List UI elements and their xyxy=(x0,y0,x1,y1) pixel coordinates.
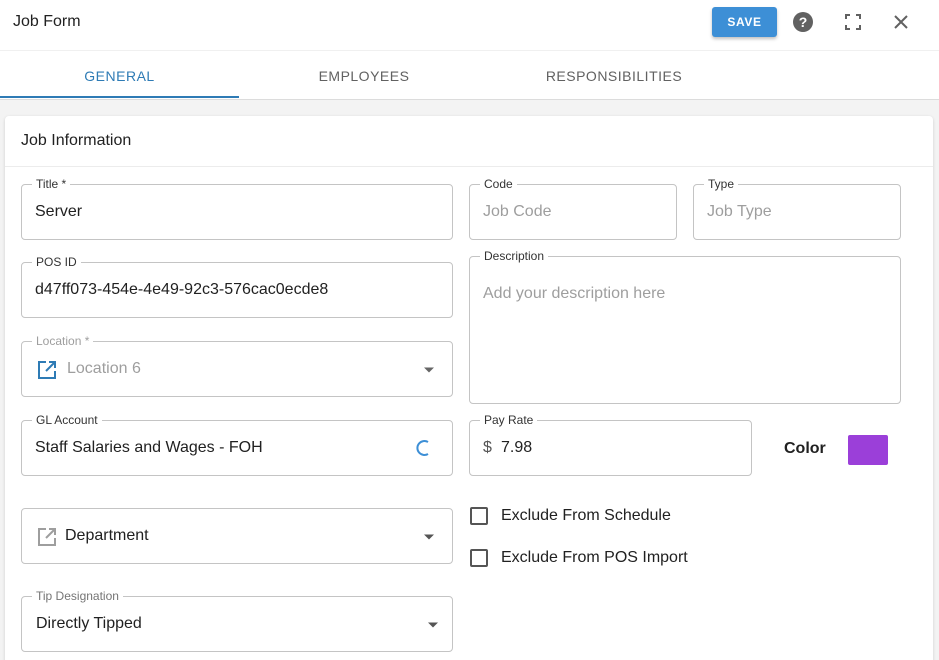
description-field[interactable]: Description Add your description here xyxy=(469,249,901,404)
tab-general[interactable]: GENERAL xyxy=(0,51,239,100)
tip-designation-label: Tip Designation xyxy=(32,589,123,603)
location-label: Location * xyxy=(32,334,94,348)
description-placeholder: Add your description here xyxy=(483,285,666,302)
save-button[interactable]: SAVE xyxy=(712,7,777,37)
title-value: Server xyxy=(35,203,83,220)
location-value: Location 6 xyxy=(67,360,141,377)
pay-rate-value: 7.98 xyxy=(501,439,533,456)
card-title: Job Information xyxy=(21,132,132,149)
loading-spinner-icon xyxy=(416,439,434,462)
pos-id-value: d47ff073-454e-4e49-92c3-576cac0ecde8 xyxy=(35,281,329,298)
title-field[interactable]: Title * Server xyxy=(21,177,453,240)
active-tab-indicator xyxy=(0,96,239,98)
location-select[interactable]: Location * Location 6 xyxy=(21,334,453,397)
fullscreen-icon[interactable] xyxy=(842,11,864,33)
currency-symbol: $ xyxy=(483,439,492,456)
svg-text:?: ? xyxy=(799,14,808,30)
color-label: Color xyxy=(784,440,826,457)
code-field[interactable]: Code Job Code xyxy=(469,177,677,240)
tip-designation-value: Directly Tipped xyxy=(36,615,142,632)
tab-employees[interactable]: EMPLOYEES xyxy=(239,51,489,100)
pay-rate-field[interactable]: Pay Rate $ 7.98 xyxy=(469,413,752,476)
chevron-down-icon xyxy=(428,622,438,628)
tab-responsibilities[interactable]: RESPONSIBILITIES xyxy=(489,51,739,100)
department-select[interactable]: Department xyxy=(21,508,453,564)
gl-account-value: Staff Salaries and Wages - FOH xyxy=(35,439,263,456)
exclude-from-schedule-option[interactable]: Exclude From Schedule xyxy=(470,507,671,525)
exclude-from-schedule-label: Exclude From Schedule xyxy=(501,507,671,524)
dialog-header: Job Form SAVE ? xyxy=(0,0,939,50)
help-icon[interactable]: ? xyxy=(792,11,814,33)
department-value: Department xyxy=(65,527,149,544)
code-label: Code xyxy=(480,177,517,191)
dialog-title: Job Form xyxy=(13,13,81,30)
color-swatch[interactable] xyxy=(848,435,888,465)
card-divider xyxy=(5,166,933,167)
open-in-new-icon[interactable] xyxy=(37,527,57,552)
code-placeholder: Job Code xyxy=(483,203,552,220)
exclude-from-schedule-checkbox[interactable] xyxy=(470,507,488,525)
chevron-down-icon xyxy=(424,534,434,540)
open-in-new-icon[interactable] xyxy=(37,360,57,385)
exclude-from-pos-import-checkbox[interactable] xyxy=(470,549,488,567)
gl-account-field[interactable]: GL Account Staff Salaries and Wages - FO… xyxy=(21,413,453,476)
type-field[interactable]: Type Job Type xyxy=(693,177,901,240)
exclude-from-pos-import-label: Exclude From POS Import xyxy=(501,549,688,566)
type-placeholder: Job Type xyxy=(707,203,772,220)
chevron-down-icon xyxy=(424,367,434,373)
close-icon[interactable] xyxy=(890,11,912,33)
exclude-from-pos-import-option[interactable]: Exclude From POS Import xyxy=(470,549,688,567)
tab-bar: GENERAL EMPLOYEES RESPONSIBILITIES xyxy=(0,50,939,100)
pay-rate-label: Pay Rate xyxy=(480,413,538,427)
type-label: Type xyxy=(704,177,739,191)
pos-id-label: POS ID xyxy=(32,255,81,269)
tip-designation-select[interactable]: Tip Designation Directly Tipped xyxy=(21,589,453,652)
description-label: Description xyxy=(480,249,549,263)
pos-id-field[interactable]: POS ID d47ff073-454e-4e49-92c3-576cac0ec… xyxy=(21,255,453,318)
title-label: Title * xyxy=(32,177,71,191)
gl-account-label: GL Account xyxy=(32,413,102,427)
